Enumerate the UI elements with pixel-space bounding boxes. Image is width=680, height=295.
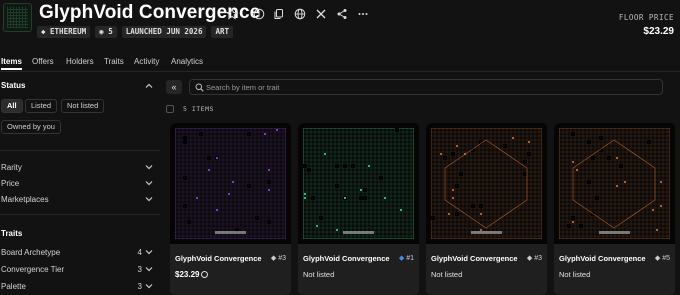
floor-price-value: $23.29 [643, 26, 674, 37]
chain-tag-label: ETHEREUM [50, 27, 87, 36]
filter-sidebar: Status All Listed Not listed Owned by yo… [0, 73, 160, 295]
diamond-icon: ◆ [270, 255, 277, 262]
nft-image [554, 123, 675, 244]
nft-price: $23.29 [175, 270, 209, 279]
ethereum-icon [201, 271, 209, 278]
star-icon[interactable] [225, 7, 239, 21]
status-title: Status [1, 81, 26, 90]
diamond-icon: ◆ [654, 255, 661, 262]
nft-card[interactable]: GlyphVoid Convergence ◆ #5 Not listed [554, 123, 675, 295]
nft-number-label: #3 [534, 255, 542, 262]
nft-number-label: #3 [278, 255, 286, 262]
select-all-checkbox[interactable] [166, 105, 174, 113]
nft-number: ◆ #1 [399, 254, 414, 262]
collection-tabs: Items Offers Holders Traits Activity Ana… [0, 57, 680, 72]
tab-traits[interactable]: Traits [104, 57, 124, 66]
diamond-icon: ◆ [526, 255, 533, 262]
nft-name: GlyphVoid Convergence [303, 254, 390, 263]
collapse-icon: « [171, 82, 177, 92]
trait-board-archetype[interactable]: Board Archetype [1, 248, 60, 257]
tab-analytics[interactable]: Analytics [171, 57, 203, 66]
trait-convergence-tier[interactable]: Convergence Tier [1, 265, 64, 274]
diamond-icon: ◆ [398, 255, 405, 262]
floor-price-label: FLOOR PRICE [618, 13, 674, 22]
collection-avatar [3, 3, 32, 32]
info-icon[interactable] [252, 7, 266, 21]
share-icon[interactable] [335, 7, 349, 21]
nft-card[interactable]: GlyphVoid Convergence ◆ #3 $23.29 [170, 123, 291, 295]
item-count: 5 ITEMS [183, 105, 214, 113]
x-icon[interactable] [314, 7, 328, 21]
divider [0, 150, 160, 151]
nft-status: Not listed [303, 270, 335, 279]
chevron-down-icon[interactable] [145, 179, 154, 188]
collapse-sidebar-button[interactable]: « [166, 80, 182, 94]
search-bar [189, 79, 663, 95]
search-icon [195, 83, 204, 92]
trait-palette[interactable]: Palette [1, 282, 26, 291]
nft-image [426, 123, 547, 244]
chevron-down-icon[interactable] [145, 163, 154, 172]
collection-header: GlyphVoid Convergence ◆ ETHEREUM ◉ 5 LAU… [0, 0, 680, 52]
status-all[interactable]: All [1, 99, 23, 113]
chevron-up-icon[interactable] [145, 82, 154, 91]
trait-count: 3 [137, 265, 142, 274]
filter-marketplaces[interactable]: Marketplaces [1, 195, 49, 204]
chevron-down-icon[interactable] [145, 195, 154, 204]
more-icon[interactable] [356, 7, 370, 21]
nft-status: Not listed [431, 270, 463, 279]
chevron-down-icon[interactable] [145, 248, 154, 257]
status-owned-by-you[interactable]: Owned by you [1, 120, 61, 134]
nft-card[interactable]: GlyphVoid Convergence ◆ #3 Not listed [426, 123, 547, 295]
nft-name: GlyphVoid Convergence [559, 254, 646, 263]
filter-price[interactable]: Price [1, 179, 19, 188]
traits-title: Traits [1, 229, 23, 238]
trait-count: 3 [137, 282, 142, 291]
nft-status: Not listed [559, 270, 591, 279]
status-not-listed[interactable]: Not listed [61, 99, 105, 113]
items-tag-label: 5 [108, 27, 113, 36]
divider [0, 214, 160, 215]
stack-icon: ◉ [99, 27, 109, 36]
tab-activity[interactable]: Activity [134, 57, 159, 66]
nft-number: ◆ #3 [271, 254, 286, 262]
nft-number: ◆ #5 [655, 254, 670, 262]
filter-rarity[interactable]: Rarity [1, 163, 22, 172]
ethereum-icon: ◆ [41, 27, 51, 36]
tab-holders[interactable]: Holders [66, 57, 94, 66]
nft-price-label: $23.29 [175, 270, 200, 279]
nft-image [170, 123, 291, 244]
launch-tag: LAUNCHED JUN 2026 [121, 26, 207, 38]
tab-offers[interactable]: Offers [32, 57, 54, 66]
copy-icon[interactable] [272, 7, 286, 21]
nft-number-label: #5 [662, 255, 670, 262]
tab-items[interactable]: Items [1, 57, 22, 70]
trait-count: 4 [137, 248, 142, 257]
search-input[interactable] [206, 81, 656, 93]
chevron-down-icon[interactable] [145, 265, 154, 274]
nft-name: GlyphVoid Convergence [431, 254, 518, 263]
globe-icon[interactable] [293, 7, 307, 21]
collection-tags: ◆ ETHEREUM ◉ 5 LAUNCHED JUN 2026 ART [37, 26, 234, 38]
category-tag: ART [211, 26, 234, 38]
nft-name: GlyphVoid Convergence [175, 254, 262, 263]
status-listed[interactable]: Listed [25, 99, 58, 113]
nft-number: ◆ #3 [527, 254, 542, 262]
chain-tag: ◆ ETHEREUM [37, 26, 91, 38]
chevron-down-icon[interactable] [145, 282, 154, 291]
items-tag: ◉ 5 [95, 26, 117, 38]
nft-image [298, 123, 419, 244]
nft-number-label: #1 [406, 255, 414, 262]
nft-card[interactable]: GlyphVoid Convergence ◆ #1 Not listed [298, 123, 419, 295]
